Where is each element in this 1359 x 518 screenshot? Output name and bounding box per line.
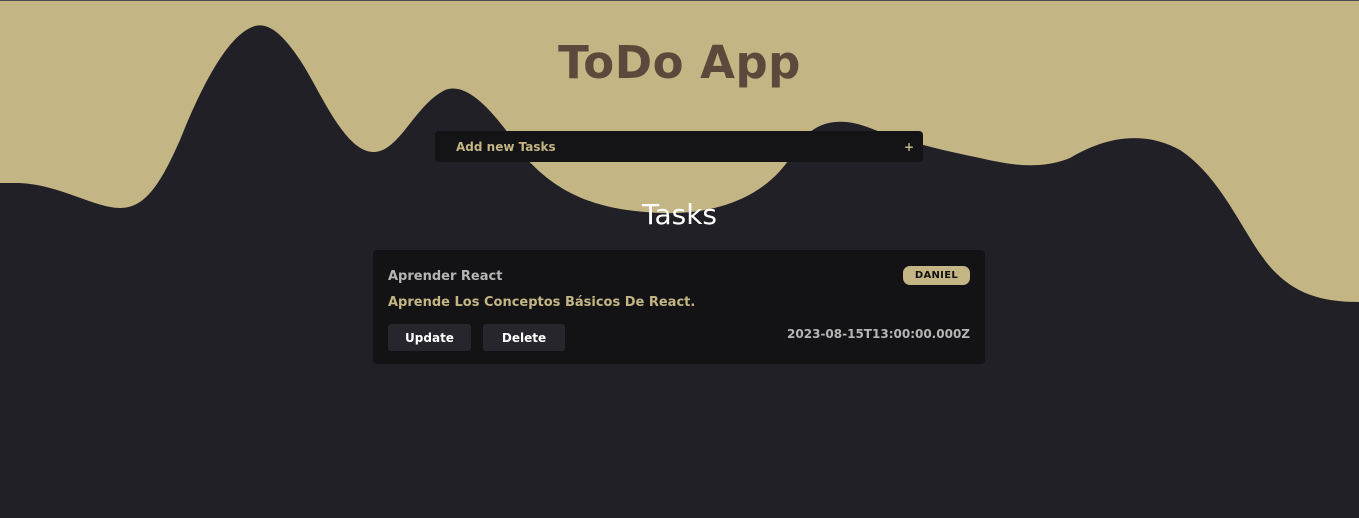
task-title: Aprender React [388, 269, 503, 284]
task-date: 2023-08-15T13:00:00.000Z [787, 327, 970, 341]
delete-button[interactable]: Delete [483, 324, 565, 351]
author-badge: DANIEL [902, 266, 970, 285]
update-button[interactable]: Update [388, 324, 471, 351]
add-task-label: Add new Tasks [456, 139, 556, 154]
tasks-heading: Tasks [641, 198, 718, 231]
task-card: Aprender React DANIEL Aprende Los Concep… [373, 250, 985, 364]
plus-icon[interactable]: + [904, 140, 914, 154]
task-description: Aprende Los Conceptos Básicos De React. [388, 295, 696, 310]
page-title: ToDo App [558, 36, 801, 89]
app-page: ToDo App Add new Tasks + Tasks Aprender … [0, 0, 1359, 518]
add-task-bar[interactable]: Add new Tasks + [435, 131, 923, 162]
